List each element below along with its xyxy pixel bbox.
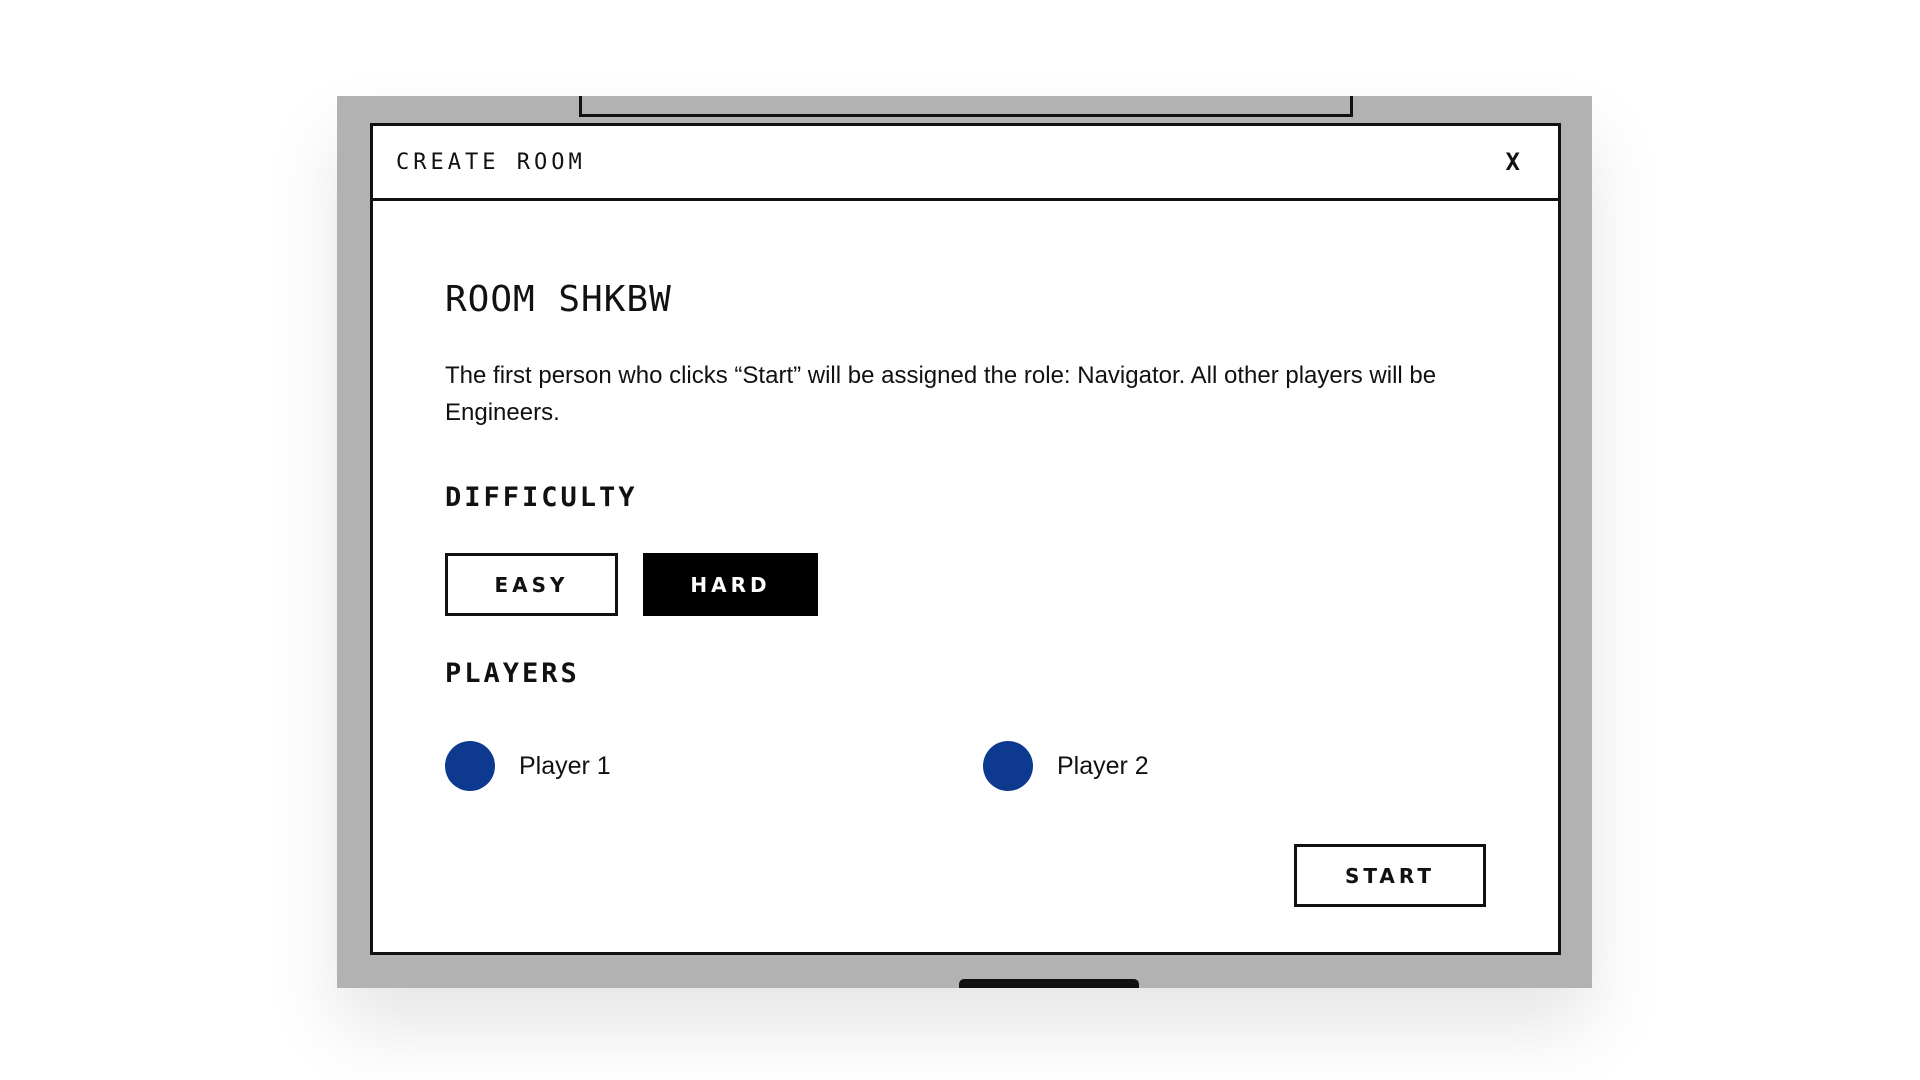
- modal-body: ROOM SHKBW The first person who clicks “…: [445, 201, 1486, 952]
- player-avatar: [983, 741, 1033, 791]
- player-avatar: [445, 741, 495, 791]
- room-description: The first person who clicks “Start” will…: [445, 362, 1437, 426]
- modal-title: CREATE ROOM: [396, 150, 586, 175]
- background-tab: [579, 96, 1353, 117]
- player-item: Player 1: [445, 741, 611, 791]
- player-name: Player 2: [1057, 751, 1149, 780]
- background-handle: [959, 979, 1139, 988]
- start-button[interactable]: START: [1294, 844, 1486, 907]
- difficulty-hard-button[interactable]: HARD: [643, 553, 818, 616]
- backdrop-panel: CREATE ROOM X ROOM SHKBW The first perso…: [337, 96, 1592, 988]
- difficulty-easy-button[interactable]: EASY: [445, 553, 618, 616]
- close-button[interactable]: X: [1506, 148, 1520, 176]
- create-room-modal: CREATE ROOM X ROOM SHKBW The first perso…: [370, 123, 1561, 955]
- modal-header: CREATE ROOM X: [373, 126, 1558, 201]
- screen: CREATE ROOM X ROOM SHKBW The first perso…: [0, 0, 1920, 1080]
- player-item: Player 2: [983, 741, 1149, 791]
- difficulty-label: DIFFICULTY: [445, 482, 638, 513]
- players-label: PLAYERS: [445, 658, 580, 689]
- room-title: ROOM SHKBW: [445, 279, 672, 320]
- player-name: Player 1: [519, 751, 611, 780]
